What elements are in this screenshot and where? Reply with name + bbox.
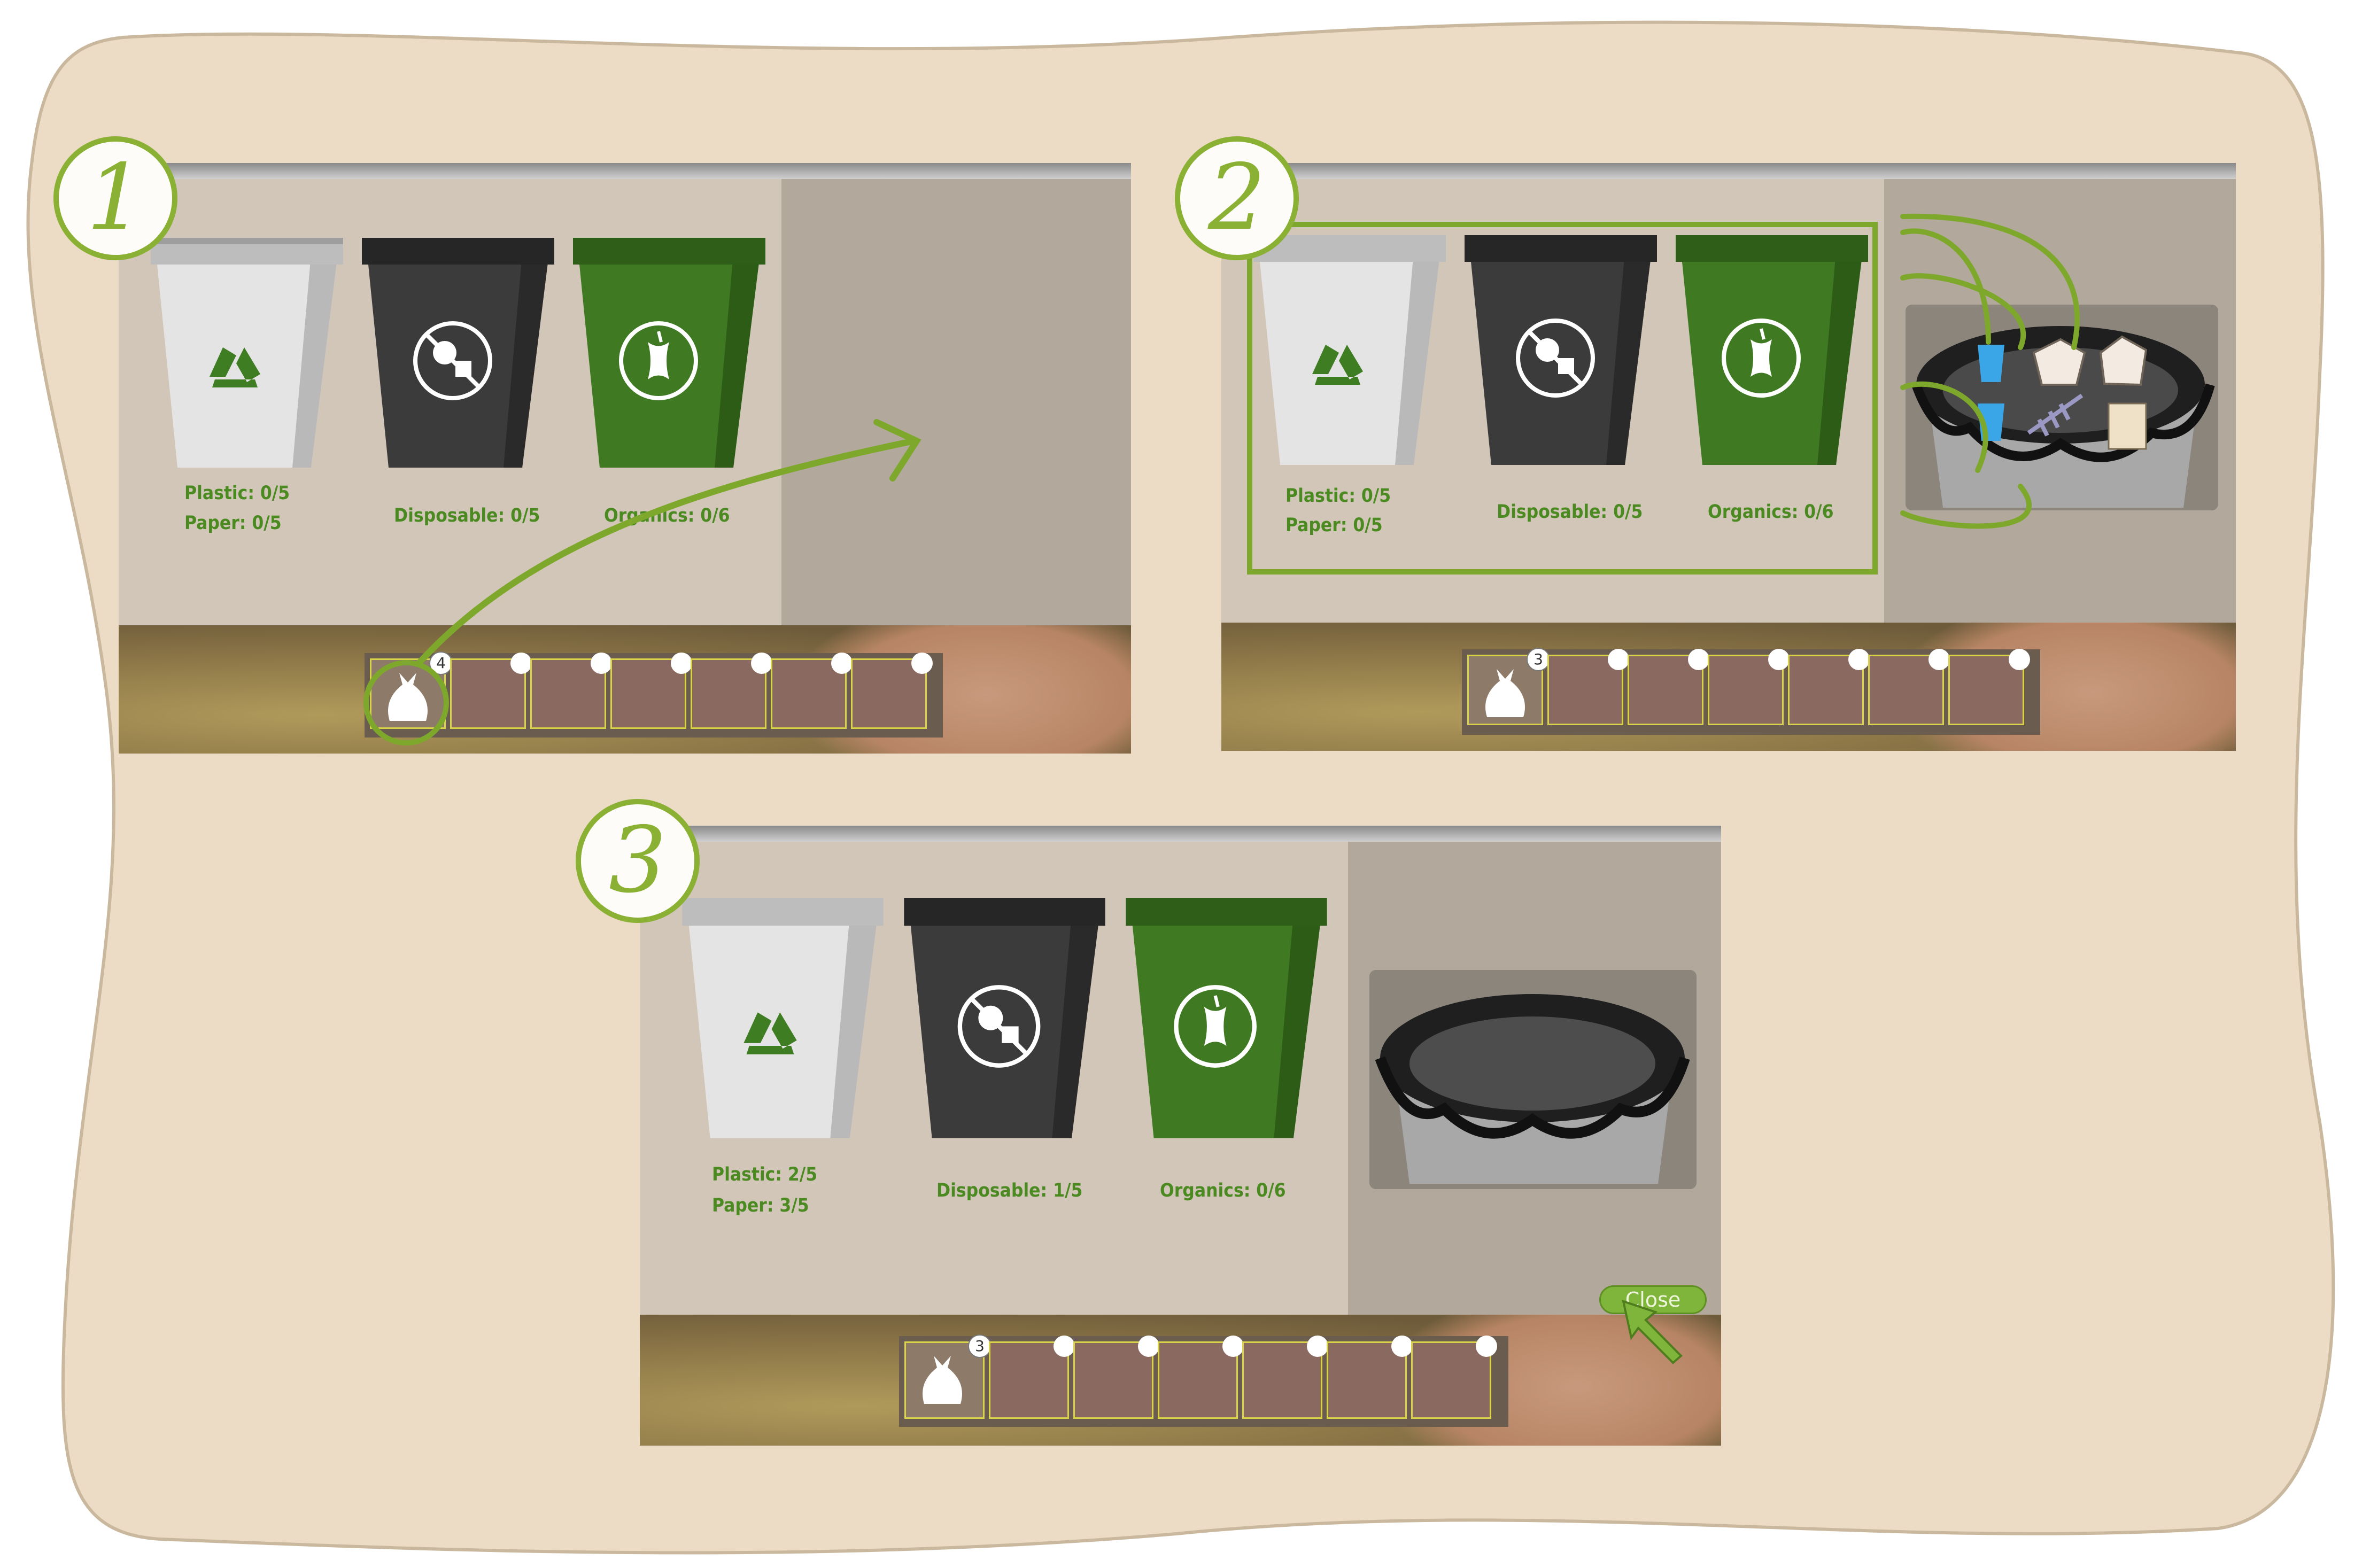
bag-count-badge: 3	[1527, 648, 1550, 671]
plastic-cup-icon	[1978, 345, 2004, 382]
bag-count-badge: 3	[968, 1334, 992, 1358]
panel-step-2: Plastic: 0/5 Paper: 0/5 Disposable: 0/5 …	[1221, 163, 2236, 751]
inventory-slot[interactable]	[530, 653, 612, 729]
inventory-slot[interactable]	[1948, 649, 2030, 725]
inventory-slot[interactable]	[1158, 1336, 1244, 1419]
panel-step-3: Plastic: 2/5 Paper: 3/5 Disposable: 1/5 …	[640, 826, 1721, 1446]
organics-counter: Organics: 0/6	[604, 505, 730, 526]
window-top-bar	[640, 826, 1721, 842]
organics-counter: Organics: 0/6	[1160, 1180, 1286, 1201]
recycle-bin[interactable]	[1253, 235, 1446, 470]
recycle-bin[interactable]	[680, 898, 886, 1144]
inventory-slot[interactable]	[610, 653, 692, 729]
trash-area	[781, 179, 1131, 625]
organics-bin[interactable]	[1124, 898, 1329, 1144]
window-top-bar	[1221, 163, 2236, 179]
inventory-slot[interactable]	[1242, 1336, 1328, 1419]
step-badge-2: 2	[1175, 136, 1299, 260]
inventory-slot-trash-bag[interactable]: 4	[370, 651, 453, 729]
cursor-arrow-icon	[1622, 1299, 1683, 1364]
step-badge-3: 3	[576, 799, 700, 923]
inventory-slot[interactable]	[1628, 649, 1709, 725]
inventory-slot[interactable]	[1868, 649, 1950, 725]
inventory-slot[interactable]	[691, 653, 772, 729]
plastic-counter: Plastic: 2/5	[712, 1164, 818, 1185]
trash-can	[1911, 326, 2215, 508]
organics-bin[interactable]	[573, 238, 765, 473]
empty-trash-can	[1375, 994, 1690, 1184]
paper-counter: Paper: 0/5	[184, 513, 282, 534]
inventory-slot[interactable]	[989, 1336, 1075, 1419]
inventory-bar: 4	[365, 651, 943, 738]
plastic-counter: Plastic: 0/5	[184, 483, 290, 504]
organics-bin[interactable]	[1676, 235, 1868, 470]
inventory-slot[interactable]	[450, 653, 532, 729]
inventory-slot[interactable]	[1073, 1336, 1159, 1419]
panel-step-1: Plastic: 0/5 Paper: 0/5 Disposable: 0/5 …	[119, 163, 1131, 754]
paper-counter: Paper: 3/5	[712, 1195, 809, 1216]
recycle-bin[interactable]	[151, 238, 343, 473]
paper-counter: Paper: 0/5	[1285, 515, 1383, 536]
inventory-slot[interactable]	[1788, 649, 1870, 725]
inventory-slot[interactable]	[1547, 649, 1629, 725]
inventory-bar: 3	[1462, 648, 2040, 735]
disposable-bin[interactable]	[362, 238, 554, 473]
disposable-bin[interactable]	[902, 898, 1107, 1144]
disposable-counter: Disposable: 1/5	[936, 1180, 1083, 1201]
trash-bag-icon	[923, 1356, 962, 1404]
step-badge-1: 1	[53, 136, 177, 260]
bag-count-badge: 4	[429, 651, 453, 675]
plastic-cup-icon	[1978, 403, 2004, 441]
trash-can-area	[1906, 305, 2218, 510]
trash-can-area	[1369, 970, 1697, 1189]
trash-bag-icon	[1485, 669, 1525, 717]
inventory-slot-trash-bag[interactable]: 3	[1467, 648, 1550, 725]
trash-bag-icon	[388, 673, 428, 721]
inventory-slot[interactable]	[1708, 649, 1790, 725]
disposable-bin[interactable]	[1465, 235, 1657, 470]
paper-sheet-icon	[2108, 402, 2147, 450]
organics-counter: Organics: 0/6	[1708, 501, 1834, 523]
inventory-slot-trash-bag[interactable]: 3	[904, 1334, 992, 1419]
inventory-slot[interactable]	[771, 653, 853, 729]
plastic-counter: Plastic: 0/5	[1285, 485, 1391, 507]
disposable-counter: Disposable: 0/5	[1497, 501, 1643, 523]
inventory-slot[interactable]	[1327, 1336, 1413, 1419]
disposable-counter: Disposable: 0/5	[394, 505, 540, 526]
window-top-bar	[119, 163, 1131, 179]
inventory-bar: 3	[899, 1334, 1508, 1427]
inventory-slot[interactable]	[851, 653, 933, 729]
inventory-slot[interactable]	[1411, 1336, 1497, 1419]
